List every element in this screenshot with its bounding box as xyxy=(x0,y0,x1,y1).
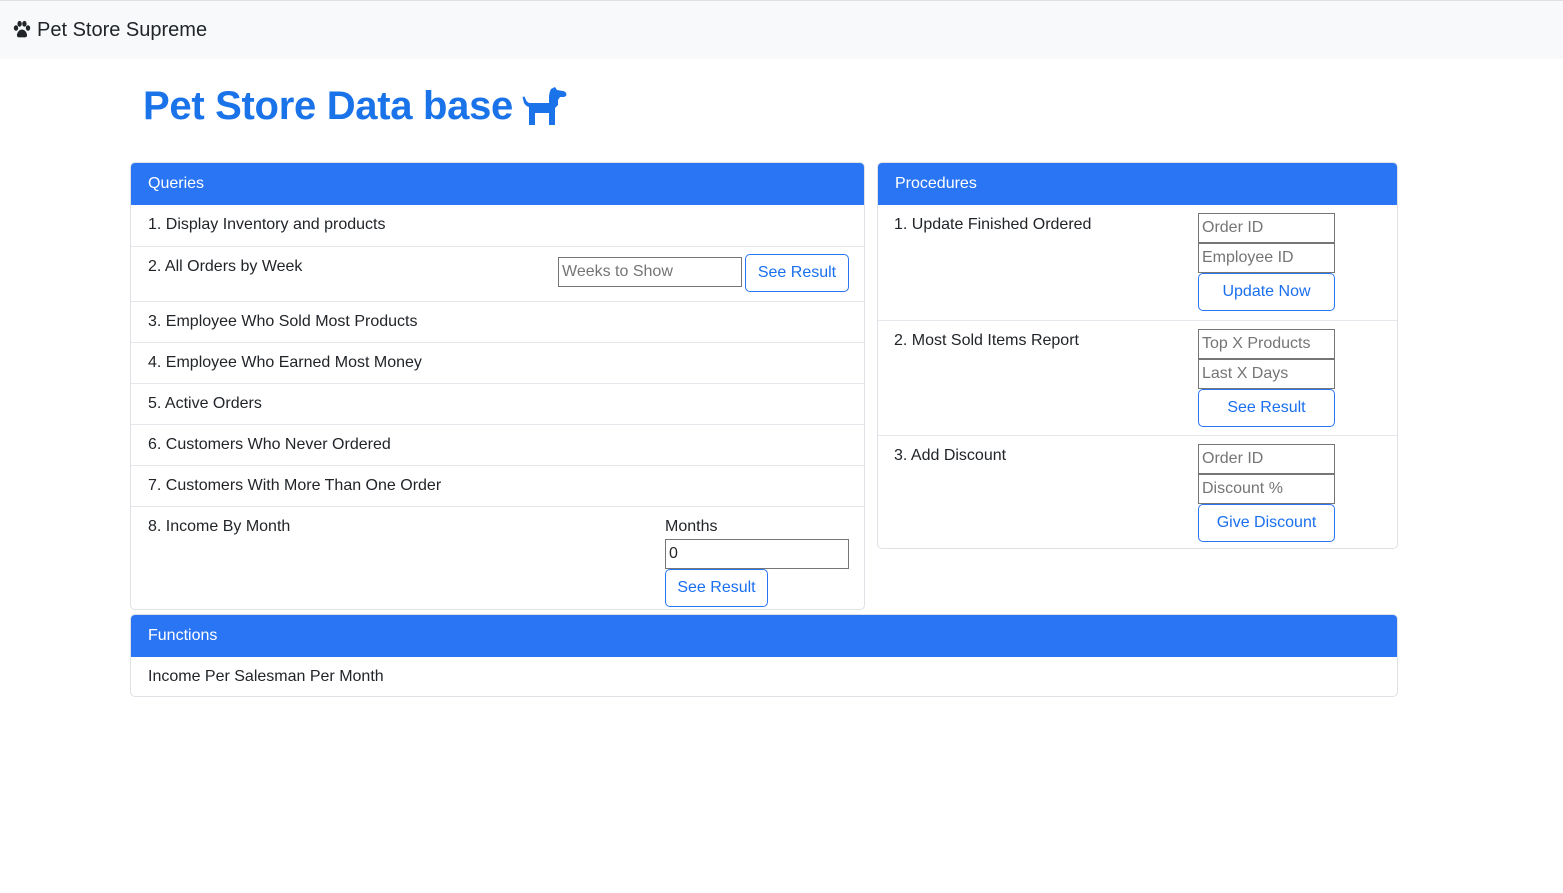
brand-name: Pet Store Supreme xyxy=(37,18,208,41)
see-result-button[interactable]: See Result xyxy=(1198,389,1335,427)
query-item-label: 1. Display Inventory and products xyxy=(148,216,386,233)
query-item-7[interactable]: 7. Customers With More Than One Order xyxy=(131,465,864,506)
top-x-products-input[interactable] xyxy=(1198,329,1335,359)
query-item-5[interactable]: 5. Active Orders xyxy=(131,383,864,424)
query-item-label: 5. Active Orders xyxy=(148,395,262,412)
function-item-1[interactable]: Income Per Salesman Per Month xyxy=(131,657,1397,696)
page-title-text: Pet Store Data base xyxy=(143,84,514,128)
procedure-item-1: 1. Update Finished Ordered Update Now xyxy=(878,205,1397,320)
procedure-item-2: 2. Most Sold Items Report See Result xyxy=(878,320,1397,435)
last-x-days-input[interactable] xyxy=(1198,359,1335,389)
query-item-2: 2. All Orders by Week See Result xyxy=(131,246,864,301)
function-item-label: Income Per Salesman Per Month xyxy=(148,668,384,685)
query-item-label: 3. Employee Who Sold Most Products xyxy=(148,313,418,330)
functions-card: Functions Income Per Salesman Per Month xyxy=(130,614,1398,697)
query-item-1[interactable]: 1. Display Inventory and products xyxy=(131,205,864,246)
query-item-label: 7. Customers With More Than One Order xyxy=(148,477,442,494)
procedure-item-label: 2. Most Sold Items Report xyxy=(894,332,1079,349)
order-id-input[interactable] xyxy=(1198,444,1335,474)
page-title: Pet Store Data base xyxy=(143,84,569,129)
navbar: Pet Store Supreme xyxy=(0,0,1563,59)
dog-icon xyxy=(522,86,567,125)
query-item-label: 6. Customers Who Never Ordered xyxy=(148,436,391,453)
procedures-card: Procedures 1. Update Finished Ordered Up… xyxy=(877,162,1398,549)
procedure-item-label: 3. Add Discount xyxy=(894,447,1007,464)
months-input[interactable] xyxy=(665,539,849,569)
procedures-header: Procedures xyxy=(878,163,1397,205)
functions-header: Functions xyxy=(131,615,1397,657)
see-result-button[interactable]: See Result xyxy=(665,569,768,607)
see-result-button[interactable]: See Result xyxy=(745,254,849,292)
query-item-label: 8. Income By Month xyxy=(148,518,291,535)
query-item-8: 8. Income By Month Months See Result xyxy=(131,506,864,609)
procedure-item-3: 3. Add Discount Give Discount xyxy=(878,435,1397,548)
query-item-3[interactable]: 3. Employee Who Sold Most Products xyxy=(131,301,864,342)
query-item-6[interactable]: 6. Customers Who Never Ordered xyxy=(131,424,864,465)
navbar-brand[interactable]: Pet Store Supreme xyxy=(12,19,207,42)
discount-percent-input[interactable] xyxy=(1198,474,1335,504)
query-item-label: 2. All Orders by Week xyxy=(148,258,303,275)
queries-card: Queries 1. Display Inventory and product… xyxy=(130,162,865,610)
weeks-to-show-input[interactable] xyxy=(558,257,742,287)
order-id-input[interactable] xyxy=(1198,213,1335,243)
queries-header: Queries xyxy=(131,163,864,205)
paw-icon xyxy=(13,20,31,38)
employee-id-input[interactable] xyxy=(1198,243,1335,273)
give-discount-button[interactable]: Give Discount xyxy=(1198,504,1335,542)
procedure-item-label: 1. Update Finished Ordered xyxy=(894,216,1092,233)
query-item-4[interactable]: 4. Employee Who Earned Most Money xyxy=(131,342,864,383)
update-now-button[interactable]: Update Now xyxy=(1198,273,1335,311)
query-item-label: 4. Employee Who Earned Most Money xyxy=(148,354,422,371)
months-label: Months xyxy=(665,518,718,535)
